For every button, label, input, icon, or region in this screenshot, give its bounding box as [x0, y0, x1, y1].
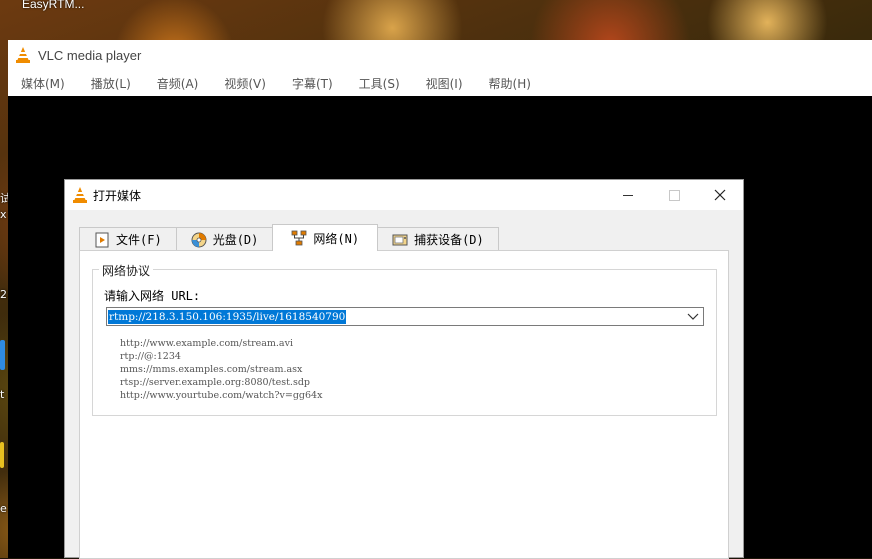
- url-example: rtsp://server.example.org:8080/test.sdp: [120, 377, 310, 388]
- tab-label: 光盘(D): [212, 233, 259, 247]
- desktop-icon-partial[interactable]: [0, 442, 4, 468]
- close-icon: [714, 189, 726, 201]
- file-play-icon: [94, 232, 110, 248]
- menu-tools[interactable]: 工具(S): [346, 75, 413, 92]
- menu-video[interactable]: 视频(V): [211, 75, 279, 92]
- desktop-icon-partial[interactable]: [0, 340, 5, 370]
- vlc-cone-icon: [73, 187, 87, 203]
- tab-label: 捕获设备(D): [414, 233, 484, 247]
- menu-subtitle[interactable]: 字幕(T): [279, 75, 346, 92]
- menu-view[interactable]: 视图(I): [413, 75, 476, 92]
- url-examples: http://www.example.com/stream.avi rtp://…: [120, 337, 322, 402]
- url-example: http://www.yourtube.com/watch?v=gg64x: [120, 390, 323, 401]
- tab-file[interactable]: 文件(F): [79, 227, 177, 251]
- maximize-button[interactable]: [651, 180, 697, 210]
- dialog-title: 打开媒体: [93, 188, 142, 203]
- tab-label: 网络(N): [313, 231, 360, 246]
- maximize-icon: [668, 189, 680, 201]
- vlc-cone-icon: [16, 47, 30, 63]
- menu-audio[interactable]: 音频(A): [144, 75, 212, 92]
- tab-network[interactable]: 网络(N): [272, 224, 379, 251]
- url-combobox[interactable]: rtmp://218.3.150.106:1935/live/161854079…: [106, 307, 704, 326]
- tab-disc[interactable]: 光盘(D): [175, 227, 274, 251]
- dialog-titlebar[interactable]: 打开媒体: [65, 180, 743, 210]
- url-label: 请输入网络 URL:: [104, 289, 201, 303]
- open-media-dialog: 打开媒体 文件(F) 光盘(D) 网络(N) 捕获设备(D) 网络协议 请输入网…: [64, 179, 744, 559]
- chevron-down-icon[interactable]: [687, 310, 699, 322]
- url-example: rtp://@:1234: [120, 351, 181, 362]
- group-title: 网络协议: [99, 262, 154, 279]
- desktop-edge-text: t: [0, 388, 5, 401]
- network-icon: [291, 230, 307, 246]
- menu-help[interactable]: 帮助(H): [476, 75, 544, 92]
- desktop-edge-text: e: [0, 502, 7, 515]
- disc-icon: [191, 232, 207, 248]
- menu-playback[interactable]: 播放(L): [78, 75, 144, 92]
- tab-label: 文件(F): [116, 233, 162, 247]
- close-button[interactable]: [697, 180, 743, 210]
- url-example: mms://mms.examples.com/stream.asx: [120, 364, 303, 375]
- vlc-window-title: VLC media player: [38, 47, 142, 63]
- url-example: http://www.example.com/stream.avi: [120, 338, 294, 349]
- minimize-button[interactable]: [605, 180, 651, 210]
- tab-capture-device[interactable]: 捕获设备(D): [377, 227, 499, 251]
- vlc-menubar: 媒体(M) 播放(L) 音频(A) 视频(V) 字幕(T) 工具(S) 视图(I…: [8, 70, 872, 96]
- desktop-icon-label[interactable]: EasyRTM...: [22, 0, 84, 11]
- network-tab-panel: 网络协议 请输入网络 URL: rtmp://218.3.150.106:193…: [79, 250, 729, 559]
- capture-device-icon: [392, 232, 408, 248]
- url-input-value[interactable]: rtmp://218.3.150.106:1935/live/161854079…: [108, 309, 347, 324]
- desktop-edge-text: x: [0, 208, 7, 221]
- menu-media[interactable]: 媒体(M): [8, 75, 78, 92]
- tab-bar: 文件(F) 光盘(D) 网络(N) 捕获设备(D): [79, 224, 499, 251]
- vlc-titlebar[interactable]: VLC media player: [8, 40, 872, 70]
- network-protocol-group: 网络协议 请输入网络 URL: rtmp://218.3.150.106:193…: [92, 262, 717, 416]
- minimize-icon: [623, 194, 633, 196]
